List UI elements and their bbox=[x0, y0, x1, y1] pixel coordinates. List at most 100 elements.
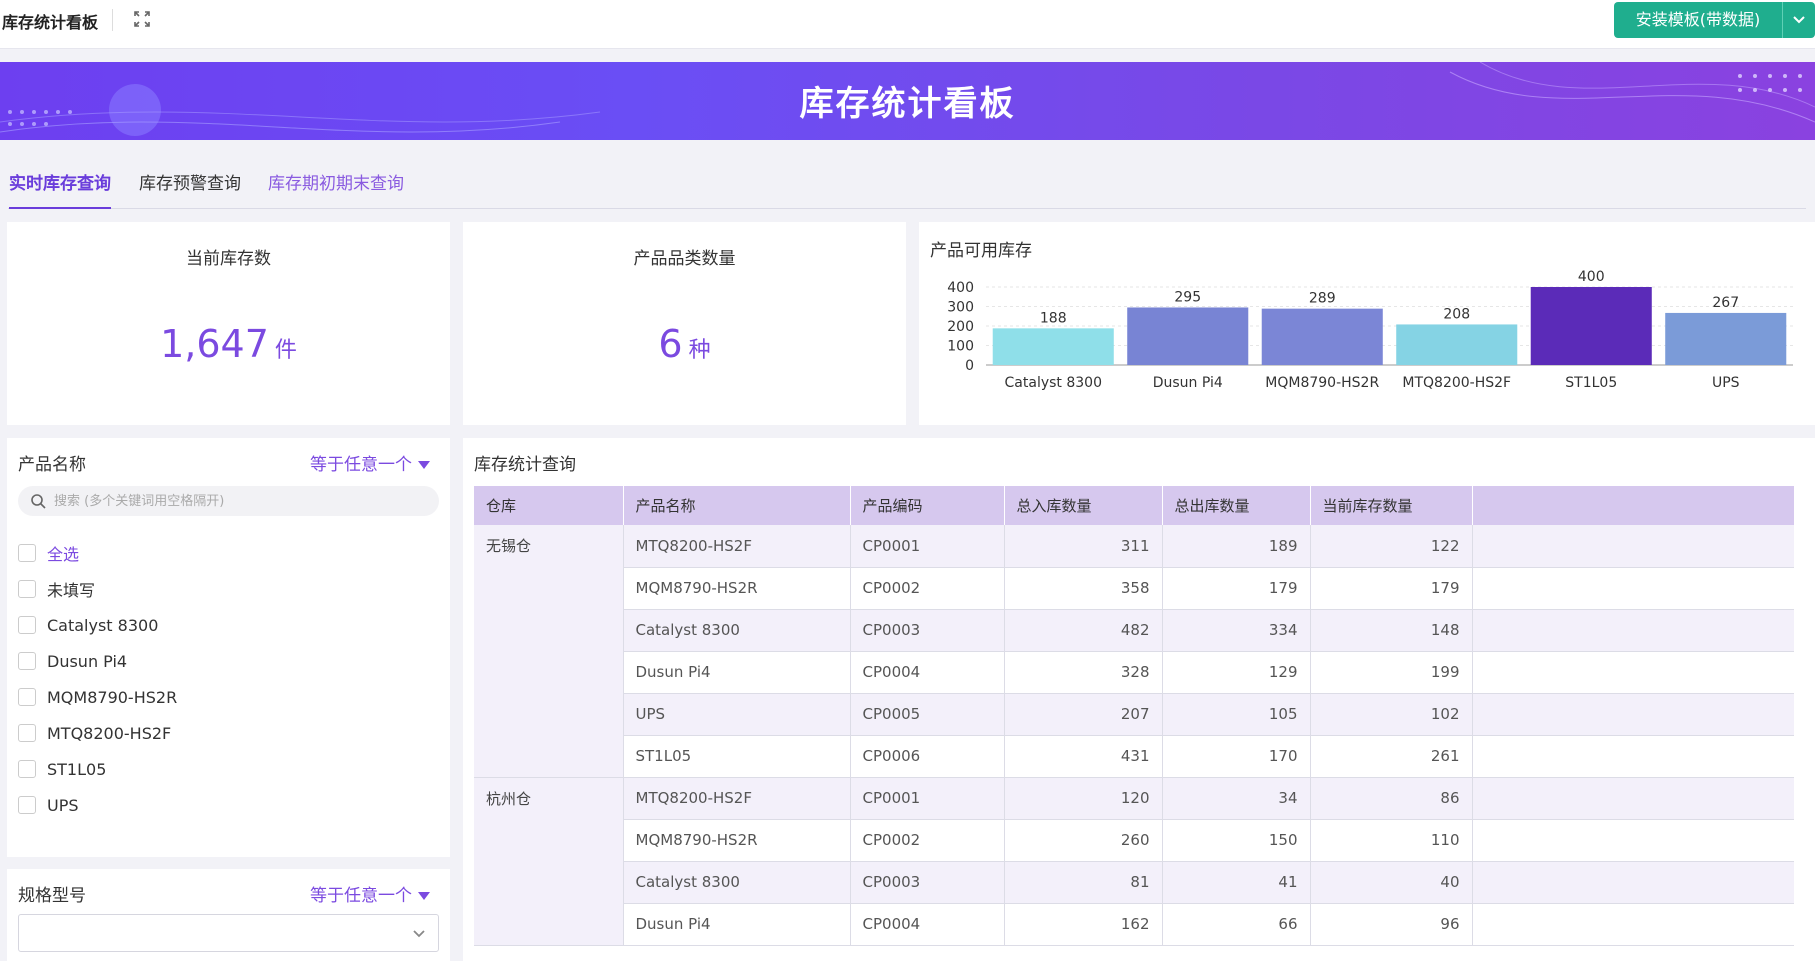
table-row[interactable]: Catalyst 8300 CP0003 482 334 148 bbox=[474, 609, 1794, 652]
product-option[interactable]: Catalyst 8300 bbox=[18, 607, 438, 643]
column-header-warehouse[interactable]: 仓库 bbox=[474, 486, 624, 525]
chart-bar bbox=[1261, 308, 1383, 365]
table-row[interactable]: 无锡仓 MTQ8200-HS2F CP0001 311 189 122 bbox=[474, 525, 1794, 778]
table-scroll-area[interactable]: 仓库 产品名称 产品编码 总入库数量 总出库数量 当前库存数量 无锡仓 MTQ82… bbox=[474, 486, 1815, 961]
kpi-unit: 种 bbox=[688, 338, 711, 363]
column-header-total-in[interactable]: 总入库数量 bbox=[1004, 486, 1163, 525]
table-row[interactable]: Dusun Pi4 CP0004 162 66 96 bbox=[474, 903, 1794, 946]
cell-current-stock: 110 bbox=[1310, 819, 1473, 862]
product-option-label: Catalyst 8300 bbox=[47, 615, 159, 635]
data-label: 188 bbox=[1040, 310, 1067, 326]
cell-product-code: CP0003 bbox=[850, 609, 1005, 652]
cell-current-stock: 122 bbox=[1310, 525, 1473, 568]
product-option[interactable]: UPS bbox=[18, 787, 438, 823]
table-row[interactable]: MQM8790-HS2R CP0002 260 150 110 bbox=[474, 819, 1794, 862]
cell-current-stock: 86 bbox=[1310, 777, 1473, 820]
column-header-total-out[interactable]: 总出库数量 bbox=[1162, 486, 1311, 525]
chart-bar bbox=[1127, 307, 1249, 365]
product-option[interactable]: ST1L05 bbox=[18, 751, 438, 787]
cell-total-in: 358 bbox=[1004, 567, 1163, 610]
cell-total-in: 162 bbox=[1004, 903, 1163, 946]
kpi-card-categories: 产品品类数量 6种 bbox=[463, 222, 906, 425]
cell-total-out: 34 bbox=[1162, 777, 1311, 820]
tab-realtime-inventory[interactable]: 实时库存查询 bbox=[9, 169, 111, 209]
spec-filter-panel: 规格型号 等于任意一个 bbox=[7, 869, 450, 961]
checkbox[interactable] bbox=[18, 760, 36, 778]
product-option-label: MTQ8200-HS2F bbox=[47, 723, 172, 743]
cell-total-in: 81 bbox=[1004, 861, 1163, 904]
product-option[interactable]: MTQ8200-HS2F bbox=[18, 715, 438, 751]
filter-operator-dropdown[interactable]: 等于任意一个 bbox=[310, 450, 430, 475]
cell-total-out: 334 bbox=[1162, 609, 1311, 652]
product-option-label: 未填写 bbox=[47, 581, 96, 600]
y-tick-label: 200 bbox=[947, 319, 974, 335]
tab-period-inventory[interactable]: 库存期初期末查询 bbox=[268, 169, 404, 209]
cell-current-stock: 179 bbox=[1310, 567, 1473, 610]
data-label: 267 bbox=[1712, 295, 1739, 311]
cell-product-code: CP0004 bbox=[850, 651, 1005, 694]
cell-total-out: 150 bbox=[1162, 819, 1311, 862]
column-header-current-stock[interactable]: 当前库存数量 bbox=[1310, 486, 1473, 525]
cell-total-in: 207 bbox=[1004, 693, 1163, 736]
cell-product-name: MQM8790-HS2R bbox=[623, 819, 851, 862]
fullscreen-icon[interactable] bbox=[133, 10, 151, 28]
cell-filler bbox=[1472, 525, 1794, 568]
bar-chart: 0 100 200 300 400 188 Catalyst 8300 295 Dusun Pi… bbox=[947, 269, 1793, 391]
cell-current-stock: 40 bbox=[1310, 861, 1473, 904]
y-tick-label: 300 bbox=[947, 300, 974, 316]
product-option[interactable]: 全选 bbox=[18, 535, 438, 571]
kpi-value: 6种 bbox=[463, 322, 906, 366]
cell-product-code: CP0002 bbox=[850, 819, 1005, 862]
kpi-card-stock: 当前库存数 1,647 件 bbox=[7, 222, 450, 425]
y-tick-label: 0 bbox=[965, 358, 974, 374]
product-option-label: ST1L05 bbox=[47, 759, 107, 779]
x-tick-label: MTQ8200-HS2F bbox=[1402, 375, 1511, 391]
cell-total-in: 431 bbox=[1004, 735, 1163, 778]
cell-total-in: 260 bbox=[1004, 819, 1163, 862]
product-option-label: Dusun Pi4 bbox=[47, 651, 128, 671]
checkbox[interactable] bbox=[18, 796, 36, 814]
table-row[interactable]: Catalyst 8300 CP0003 81 41 40 bbox=[474, 861, 1794, 904]
table-row[interactable]: Dusun Pi4 CP0004 328 129 199 bbox=[474, 651, 1794, 694]
install-template-button[interactable]: 安装模板(带数据) bbox=[1614, 2, 1782, 38]
cell-total-out: 170 bbox=[1162, 735, 1311, 778]
search-icon bbox=[31, 494, 46, 509]
data-label: 289 bbox=[1309, 291, 1336, 307]
product-option[interactable]: 未填写 bbox=[18, 571, 438, 607]
table-row[interactable]: UPS CP0005 207 105 102 bbox=[474, 693, 1794, 736]
cell-filler bbox=[1472, 861, 1794, 904]
cell-filler bbox=[1472, 819, 1794, 862]
checkbox[interactable] bbox=[18, 616, 36, 634]
cell-current-stock: 148 bbox=[1310, 609, 1473, 652]
product-option-label: UPS bbox=[47, 795, 79, 815]
table-row[interactable]: 杭州仓 MTQ8200-HS2F CP0001 120 34 86 bbox=[474, 777, 1794, 946]
kpi-number: 6 bbox=[658, 322, 683, 366]
x-tick-label: UPS bbox=[1712, 375, 1740, 391]
checkbox[interactable] bbox=[18, 544, 36, 562]
column-header-product-code[interactable]: 产品编码 bbox=[850, 486, 1005, 525]
cell-total-out: 105 bbox=[1162, 693, 1311, 736]
x-tick-label: ST1L05 bbox=[1565, 375, 1617, 391]
cell-warehouse: 无锡仓 bbox=[474, 525, 624, 778]
filter-operator-label: 等于任意一个 bbox=[310, 455, 412, 475]
filter-operator-dropdown[interactable]: 等于任意一个 bbox=[310, 881, 430, 906]
search-input[interactable] bbox=[54, 490, 424, 512]
filter-operator-label: 等于任意一个 bbox=[310, 886, 412, 906]
spec-select[interactable] bbox=[18, 914, 439, 952]
product-filter-panel: 产品名称 等于任意一个 全选未填写 Catalyst 8300 Dusun Pi4 M… bbox=[7, 438, 450, 857]
table-row[interactable]: ST1L05 CP0006 431 170 261 bbox=[474, 735, 1794, 778]
install-dropdown-button[interactable] bbox=[1782, 2, 1815, 38]
column-header-product-name[interactable]: 产品名称 bbox=[623, 486, 851, 525]
product-option[interactable]: Dusun Pi4 bbox=[18, 643, 438, 679]
checkbox[interactable] bbox=[18, 652, 36, 670]
tab-inventory-warning[interactable]: 库存预警查询 bbox=[139, 169, 241, 209]
checkbox[interactable] bbox=[18, 580, 36, 598]
cell-product-name: UPS bbox=[623, 693, 851, 736]
checkbox[interactable] bbox=[18, 688, 36, 706]
data-label: 400 bbox=[1578, 269, 1605, 285]
table-row[interactable]: MQM8790-HS2R CP0002 358 179 179 bbox=[474, 567, 1794, 610]
checkbox[interactable] bbox=[18, 724, 36, 742]
product-option[interactable]: MQM8790-HS2R bbox=[18, 679, 438, 715]
cell-filler bbox=[1472, 651, 1794, 694]
cell-filler bbox=[1472, 735, 1794, 778]
